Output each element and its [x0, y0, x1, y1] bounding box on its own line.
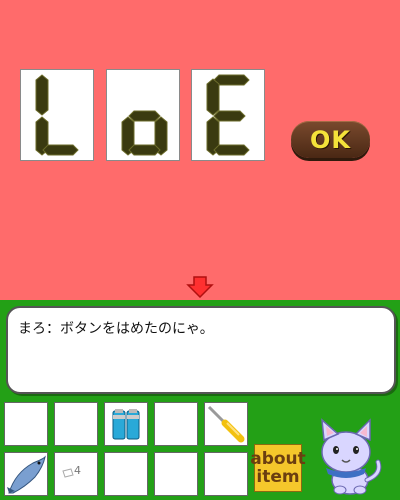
inventory-slot-9[interactable]	[154, 452, 198, 496]
inventory-slot-4[interactable]	[154, 402, 198, 446]
down-arrow-icon[interactable]	[186, 276, 214, 298]
digit-cell-1[interactable]	[20, 69, 94, 161]
dialog-text: まろ：ボタンをはめたのにゃ。	[18, 321, 214, 337]
inventory-slot-1[interactable]	[4, 402, 48, 446]
about-item-line2: item	[256, 467, 300, 487]
fish-icon	[7, 455, 46, 494]
ok-button-label: OK	[310, 125, 351, 154]
coin-count: 4	[74, 464, 81, 477]
batteries-icon	[112, 409, 140, 440]
inventory-slot-2[interactable]	[54, 402, 98, 446]
digit-L-display	[35, 74, 79, 156]
inventory-slot-10[interactable]	[204, 452, 248, 496]
ok-button[interactable]: OK	[291, 121, 370, 158]
inventory-slot-3[interactable]	[104, 402, 148, 446]
digit-cell-2[interactable]	[106, 69, 180, 161]
inventory-slot-8[interactable]	[104, 452, 148, 496]
digit-E-display	[206, 74, 250, 156]
inventory-slot-5[interactable]	[204, 402, 248, 446]
digit-cell-3[interactable]	[191, 69, 265, 161]
about-item-line1: about	[250, 449, 306, 469]
inventory-slot-6[interactable]	[4, 452, 48, 496]
digit-o-display	[121, 110, 168, 156]
about-item-button[interactable]: about item	[250, 444, 306, 492]
cat-mascot-icon	[321, 418, 382, 495]
screwdriver-icon	[207, 405, 245, 443]
dialog-box: まろ：ボタンをはめたのにゃ。	[6, 306, 396, 394]
